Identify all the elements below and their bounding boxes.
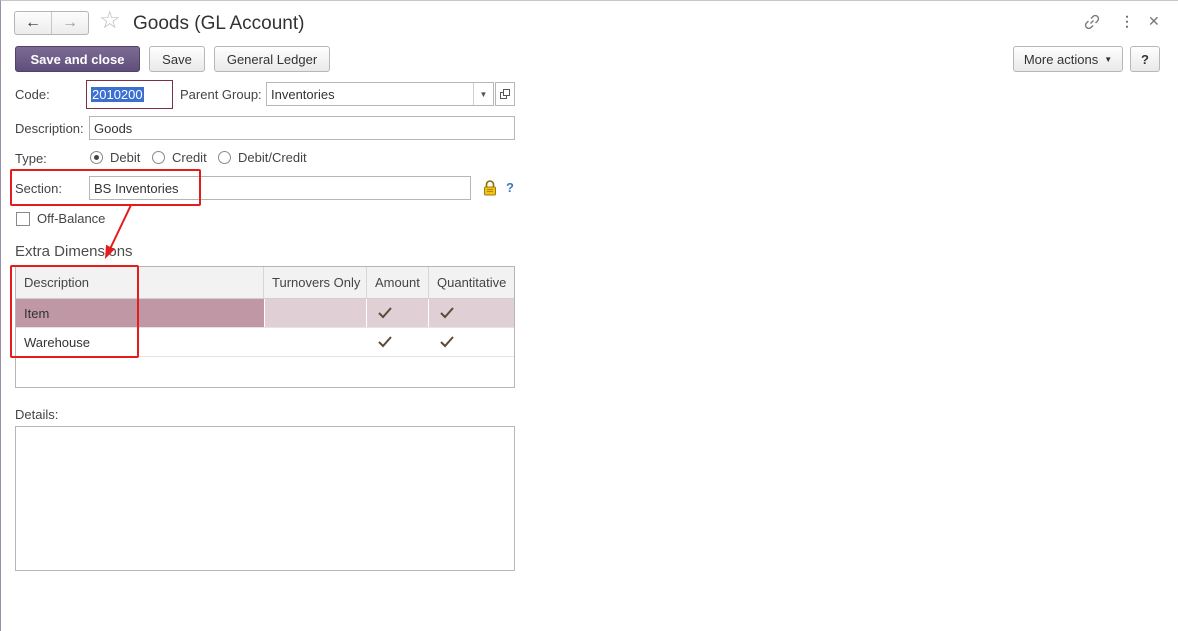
code-label: Code: <box>15 87 50 102</box>
description-input[interactable]: Goods <box>89 116 515 140</box>
details-label: Details: <box>15 407 59 422</box>
more-actions-button[interactable]: More actions ▼ <box>1013 46 1123 72</box>
open-parent-group-button[interactable] <box>495 82 515 106</box>
code-input[interactable]: 2010200 <box>86 80 173 109</box>
save-and-close-button[interactable]: Save and close <box>15 46 140 72</box>
section-help-icon[interactable]: ? <box>506 180 514 195</box>
off-balance-checkbox-group[interactable]: Off-Balance <box>16 211 105 226</box>
history-nav: ← → <box>14 11 89 35</box>
save-button[interactable]: Save <box>149 46 205 72</box>
lock-icon[interactable] <box>483 180 497 199</box>
off-balance-label: Off-Balance <box>37 211 106 226</box>
back-button[interactable]: ← <box>15 12 52 34</box>
type-radio-debit[interactable]: Debit <box>90 150 140 165</box>
type-radio-credit[interactable]: Credit <box>152 150 207 165</box>
arrow-left-icon: ← <box>25 14 41 31</box>
more-vertical-icon[interactable]: ⋮ <box>1120 14 1134 28</box>
checkmark-icon <box>440 336 454 348</box>
radio-credit-label: Credit <box>172 150 207 165</box>
checkmark-icon <box>378 336 392 348</box>
radio-credit[interactable] <box>152 151 165 164</box>
parent-group-select[interactable]: Inventories ▼ <box>266 82 494 106</box>
checkmark-icon <box>440 307 454 319</box>
column-header-quantitative[interactable]: Quantitative <box>429 267 514 298</box>
type-radio-debit-credit[interactable]: Debit/Credit <box>218 150 307 165</box>
page-title: Goods (GL Account) <box>133 13 305 34</box>
annotation-arrow <box>105 204 132 259</box>
description-column-highlight-box <box>10 265 139 358</box>
chevron-down-icon: ▼ <box>1104 54 1113 64</box>
column-header-amount[interactable]: Amount <box>367 267 429 298</box>
forward-button[interactable]: → <box>52 12 88 34</box>
description-value: Goods <box>94 120 133 136</box>
off-balance-checkbox[interactable] <box>16 211 30 226</box>
row-amount[interactable] <box>367 299 429 327</box>
help-button[interactable]: ? <box>1130 46 1160 72</box>
parent-group-value: Inventories <box>271 86 335 102</box>
link-icon[interactable] <box>1084 14 1100 33</box>
radio-debit-credit-label: Debit/Credit <box>238 150 307 165</box>
gl-account-form: ← → ☆ Goods (GL Account) ⋮ ✕ Save and cl… <box>0 0 1178 631</box>
code-value: 2010200 <box>91 87 144 102</box>
parent-group-label: Parent Group: <box>180 87 262 102</box>
general-ledger-button[interactable]: General Ledger <box>214 46 330 72</box>
type-label: Type: <box>15 151 47 166</box>
chevron-down-icon[interactable]: ▼ <box>473 83 493 105</box>
radio-debit-label: Debit <box>110 150 141 165</box>
radio-debit[interactable] <box>90 151 103 164</box>
checkmark-icon <box>378 307 392 319</box>
star-icon[interactable]: ☆ <box>99 9 121 33</box>
row-turnovers-only[interactable] <box>264 299 367 327</box>
column-header-turnovers-only[interactable]: Turnovers Only <box>264 267 367 298</box>
more-actions-label: More actions <box>1023 51 1099 67</box>
row-turnovers-only[interactable] <box>264 328 367 356</box>
description-label: Description: <box>15 121 84 136</box>
row-quantitative[interactable] <box>429 328 514 356</box>
close-icon[interactable]: ✕ <box>1148 14 1160 28</box>
open-window-icon <box>500 89 510 99</box>
details-textarea[interactable] <box>15 426 515 571</box>
row-quantitative[interactable] <box>429 299 514 327</box>
arrow-right-icon: → <box>62 14 78 31</box>
row-amount[interactable] <box>367 328 429 356</box>
radio-debit-credit[interactable] <box>218 151 231 164</box>
